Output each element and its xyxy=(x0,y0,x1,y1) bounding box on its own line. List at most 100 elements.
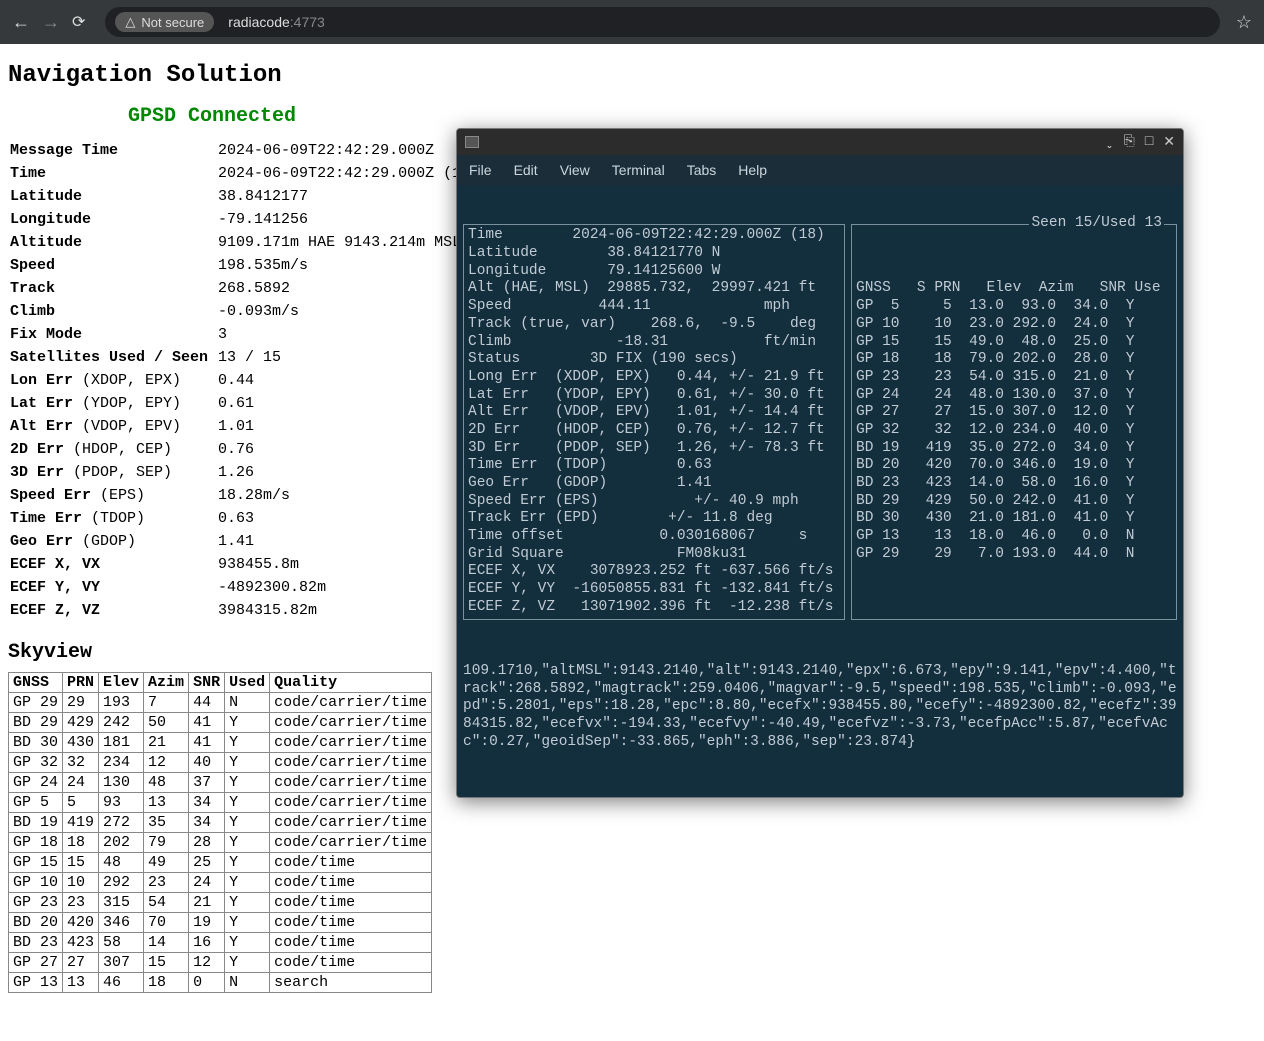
menu-tabs[interactable]: Tabs xyxy=(687,162,717,178)
skyview-cell: GP 10 xyxy=(9,873,63,893)
url-host: radiacode xyxy=(228,14,290,30)
skyview-header: GNSS xyxy=(9,673,63,693)
url-port: :4773 xyxy=(290,14,325,30)
skyview-cell: Y xyxy=(225,873,270,893)
reload-button[interactable]: ⟳ xyxy=(72,12,85,32)
menu-edit[interactable]: Edit xyxy=(514,162,538,178)
skyview-cell: GP 5 xyxy=(9,793,63,813)
skyview-row: BD 23423581416Ycode/time xyxy=(9,933,432,953)
nav-value-1: 1.41 xyxy=(218,531,487,552)
skyview-cell: 34 xyxy=(189,793,225,813)
skyview-cell: 21 xyxy=(144,733,189,753)
maximize-icon[interactable]: □ xyxy=(1145,134,1153,151)
skyview-cell: code/carrier/time xyxy=(270,693,432,713)
skyview-cell: 16 xyxy=(189,933,225,953)
skyview-cell: 41 xyxy=(189,713,225,733)
not-secure-badge[interactable]: △ Not secure xyxy=(115,12,214,32)
skyview-cell: 19 xyxy=(189,913,225,933)
nav-label: 3D Err xyxy=(10,464,64,481)
skyview-header: Elev xyxy=(99,673,144,693)
skyview-cell: code/time xyxy=(270,873,432,893)
nav-label: ECEF Y, VY xyxy=(10,579,100,596)
skyview-cell: 24 xyxy=(63,773,99,793)
skyview-row: GP 24241304837Ycode/carrier/time xyxy=(9,773,432,793)
close-icon[interactable]: ✕ xyxy=(1163,134,1175,151)
bookmark-star-icon[interactable]: ☆ xyxy=(1236,12,1252,33)
nav-value-1: 1.01 xyxy=(218,416,487,437)
menu-terminal[interactable]: Terminal xyxy=(612,162,665,178)
menu-file[interactable]: File xyxy=(469,162,492,178)
nav-value-1: 0.61 xyxy=(218,393,487,414)
address-bar[interactable]: △ Not secure radiacode :4773 xyxy=(105,7,1219,37)
skyview-cell: 37 xyxy=(189,773,225,793)
skyview-cell: code/carrier/time xyxy=(270,813,432,833)
skyview-cell: code/carrier/time xyxy=(270,833,432,853)
skyview-cell: 346 xyxy=(99,913,144,933)
nav-label: 2D Err xyxy=(10,441,64,458)
skyview-cell: code/carrier/time xyxy=(270,773,432,793)
skyview-cell: 25 xyxy=(189,853,225,873)
nav-label-sub: (XDOP, EPX) xyxy=(73,372,181,389)
forward-button[interactable]: → xyxy=(42,12,60,33)
skyview-cell: GP 13 xyxy=(9,973,63,993)
skyview-cell: BD 29 xyxy=(9,713,63,733)
skyview-cell: 50 xyxy=(144,713,189,733)
skyview-cell: Y xyxy=(225,733,270,753)
nav-value-1: -79.141256 xyxy=(218,209,487,230)
skyview-cell: 29 xyxy=(63,693,99,713)
skyview-cell: 13 xyxy=(63,973,99,993)
skyview-cell: 242 xyxy=(99,713,144,733)
terminal-titlebar[interactable]: ˬ ⎘ □ ✕ xyxy=(457,129,1183,155)
skyview-cell: 10 xyxy=(63,873,99,893)
terminal-right-panel: Seen 15/Used 13 GNSS S PRN Elev Azim SNR… xyxy=(851,224,1177,619)
skyview-table: GNSSPRNElevAzimSNRUsedQuality GP 2929193… xyxy=(8,672,432,993)
skyview-cell: 21 xyxy=(189,893,225,913)
skyview-row: GP 1515484925Ycode/time xyxy=(9,853,432,873)
nav-value-1: 0.44 xyxy=(218,370,487,391)
nav-label: Longitude xyxy=(10,211,91,228)
nav-label-sub: (VDOP, EPV) xyxy=(73,418,181,435)
back-button[interactable]: ← xyxy=(12,12,30,33)
menu-view[interactable]: View xyxy=(560,162,590,178)
minimize-icon[interactable]: ˬ xyxy=(1105,134,1113,151)
terminal-body[interactable]: Time 2024-06-09T22:42:29.000Z (18) Latit… xyxy=(457,185,1183,797)
skyview-cell: 54 xyxy=(144,893,189,913)
skyview-cell: Y xyxy=(225,713,270,733)
terminal-window[interactable]: ˬ ⎘ □ ✕ File Edit View Terminal Tabs Hel… xyxy=(456,128,1184,798)
skyview-cell: 12 xyxy=(144,753,189,773)
nav-label: Altitude xyxy=(10,234,82,251)
nav-label-sub: (TDOP) xyxy=(82,510,145,527)
nav-value-1: 13 / 15 xyxy=(218,347,487,368)
skyview-cell: GP 29 xyxy=(9,693,63,713)
skyview-cell: 12 xyxy=(189,953,225,973)
restore-down-icon[interactable]: ⎘ xyxy=(1124,134,1135,151)
skyview-cell: GP 32 xyxy=(9,753,63,773)
skyview-cell: BD 23 xyxy=(9,933,63,953)
skyview-header: PRN xyxy=(63,673,99,693)
nav-label: ECEF X, VX xyxy=(10,556,100,573)
skyview-cell: 40 xyxy=(189,753,225,773)
skyview-row: BD 194192723534Ycode/carrier/time xyxy=(9,813,432,833)
skyview-cell: GP 23 xyxy=(9,893,63,913)
skyview-row: GP 18182027928Ycode/carrier/time xyxy=(9,833,432,853)
nav-label-sub: (YDOP, EPY) xyxy=(73,395,181,412)
nav-label-sub: (HDOP, CEP) xyxy=(64,441,172,458)
skyview-cell: 15 xyxy=(144,953,189,973)
skyview-row: GP 55931334Ycode/carrier/time xyxy=(9,793,432,813)
skyview-cell: Y xyxy=(225,793,270,813)
skyview-cell: 181 xyxy=(99,733,144,753)
skyview-cell: Y xyxy=(225,913,270,933)
skyview-cell: code/carrier/time xyxy=(270,793,432,813)
skyview-cell: Y xyxy=(225,853,270,873)
skyview-cell: Y xyxy=(225,753,270,773)
skyview-cell: 23 xyxy=(63,893,99,913)
skyview-cell: code/carrier/time xyxy=(270,753,432,773)
menu-help[interactable]: Help xyxy=(738,162,767,178)
skyview-cell: 35 xyxy=(144,813,189,833)
nav-label: Time xyxy=(10,165,46,182)
nav-label: Latitude xyxy=(10,188,82,205)
warning-icon: △ xyxy=(125,14,135,30)
skyview-row: BD 204203467019Ycode/time xyxy=(9,913,432,933)
nav-value-1: 268.5892 xyxy=(218,278,487,299)
skyview-cell: 15 xyxy=(63,853,99,873)
